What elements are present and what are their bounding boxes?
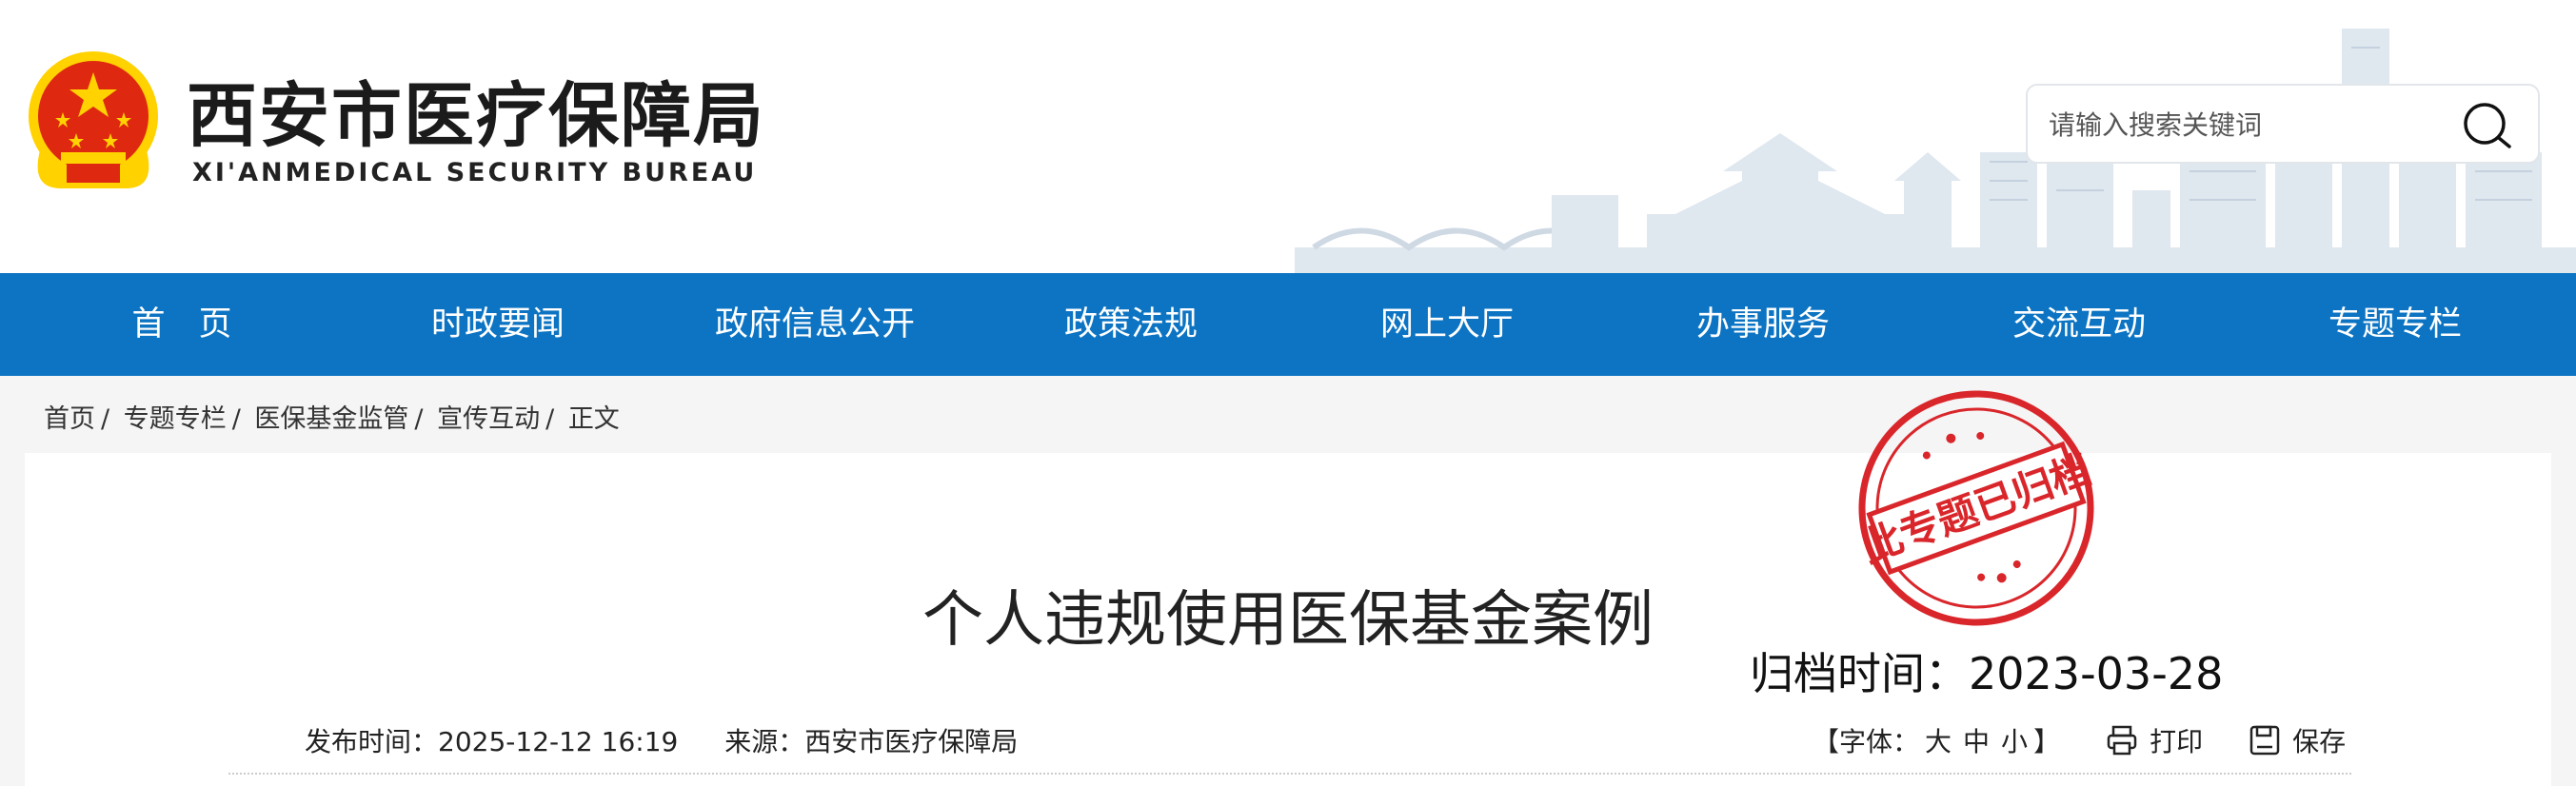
national-emblem-icon xyxy=(29,51,158,188)
breadcrumb-separator: / xyxy=(231,404,241,434)
breadcrumb-separator: / xyxy=(414,404,424,434)
breadcrumb-publicity[interactable]: 宣传互动 xyxy=(437,398,540,435)
source-label: 来源： xyxy=(724,726,805,757)
article-tools: 【字体： 大 中 小 】 打印 保存 xyxy=(1813,721,2346,759)
font-size-medium[interactable]: 中 xyxy=(1963,721,1990,759)
breadcrumb-separator: / xyxy=(101,404,110,434)
nav-item-services[interactable]: 办事服务 xyxy=(1611,273,1915,376)
print-label: 打印 xyxy=(2150,726,2204,757)
breadcrumb-topics[interactable]: 专题专栏 xyxy=(124,398,227,435)
archive-time: 归档时间：2023-03-28 xyxy=(1750,639,2223,702)
nav-item-news[interactable]: 时政要闻 xyxy=(346,273,650,376)
font-size-small[interactable]: 小 xyxy=(2001,721,2028,759)
nav-item-online-hall[interactable]: 网上大厅 xyxy=(1295,273,1599,376)
archive-time-label: 归档时间： xyxy=(1750,648,1969,699)
meta-divider xyxy=(228,773,2351,775)
save-button[interactable]: 保存 xyxy=(2249,721,2346,759)
source-value: 西安市医疗保障局 xyxy=(804,726,1019,757)
nav-item-interaction[interactable]: 交流互动 xyxy=(1927,273,2231,376)
nav-item-topics[interactable]: 专题专栏 xyxy=(2243,273,2547,376)
search-icon[interactable] xyxy=(2458,95,2519,156)
nav-item-policy[interactable]: 政策法规 xyxy=(979,273,1283,376)
breadcrumb-separator: / xyxy=(545,404,555,434)
printer-icon xyxy=(2107,725,2137,756)
search-box xyxy=(2026,84,2540,164)
nav-item-home[interactable]: 首 页 xyxy=(30,273,334,376)
font-size-label: 【字体： xyxy=(1813,726,1920,757)
archive-time-value: 2023-03-28 xyxy=(1969,648,2224,699)
breadcrumb: 首页 / 专题专栏 / 医保基金监管 / 宣传互动 / 正文 xyxy=(44,398,620,435)
nav-item-gov-info[interactable]: 政府信息公开 xyxy=(663,273,967,376)
main-nav: 首 页 时政要闻 政府信息公开 政策法规 网上大厅 办事服务 交流互动 专题专栏 xyxy=(0,273,2576,376)
article-meta: 发布时间：2025-12-12 16:19 来源：西安市医疗保障局 xyxy=(305,721,1018,759)
search-input[interactable] xyxy=(2049,101,2448,148)
print-button[interactable]: 打印 xyxy=(2106,721,2203,759)
publish-time-value: 2025-12-12 16:19 xyxy=(438,726,679,757)
site-title: 西安市医疗保障局 xyxy=(187,75,765,157)
site-header: 西安市医疗保障局 XI'ANMEDICAL SECURITY BUREAU xyxy=(0,0,2576,273)
save-label: 保存 xyxy=(2292,726,2347,757)
publish-time-label: 发布时间： xyxy=(305,726,439,757)
breadcrumb-current: 正文 xyxy=(567,404,620,434)
breadcrumb-fund-supervision[interactable]: 医保基金监管 xyxy=(254,398,408,435)
breadcrumb-home[interactable]: 首页 xyxy=(44,398,95,435)
site-subtitle: XI'ANMEDICAL SECURITY BUREAU xyxy=(192,158,758,187)
save-icon xyxy=(2249,725,2280,756)
font-size-close: 】 xyxy=(2033,726,2061,757)
font-size-large[interactable]: 大 xyxy=(1925,721,1952,759)
